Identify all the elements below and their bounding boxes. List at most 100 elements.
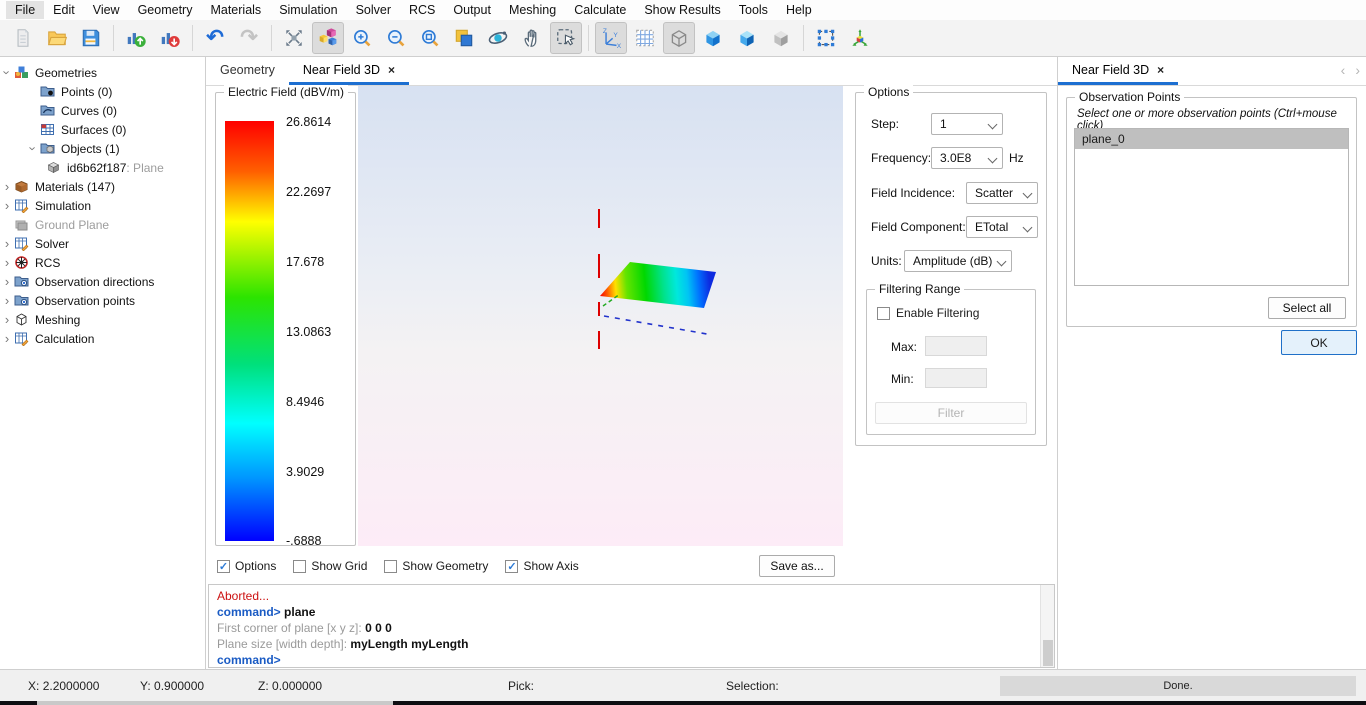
frequency-select[interactable]: 3.0E8 [931,147,1003,169]
move-axes-button[interactable] [844,22,876,54]
solid-view-button[interactable] [697,22,729,54]
field-incidence-select[interactable]: Scatter [966,182,1038,204]
tree-item-simulation[interactable]: › Simulation [0,196,205,215]
tree-item-object-plane[interactable]: id6b62f187 : Plane [46,158,205,177]
zoom-in-button[interactable] [346,22,378,54]
save-button[interactable] [75,22,107,54]
show-geometry-checkbox-item[interactable]: Show Geometry [384,559,488,573]
list-item-plane-0[interactable]: plane_0 [1075,129,1348,149]
zoom-window-button[interactable] [414,22,446,54]
max-input[interactable] [925,336,987,356]
show-grid-checkbox[interactable] [293,560,306,573]
collapse-chevron-icon[interactable]: › [0,312,14,327]
close-tab-icon[interactable]: × [388,63,395,77]
console-scrollbar-thumb[interactable] [1043,640,1053,666]
close-tab-icon[interactable]: × [1157,63,1164,77]
tree-item-observation-directions[interactable]: › Observation directions [0,272,205,291]
bring-to-front-button[interactable] [448,22,480,54]
menu-geometry[interactable]: Geometry [129,1,202,19]
shaded-view-button[interactable] [731,22,763,54]
menu-show-results[interactable]: Show Results [635,1,729,19]
menu-rcs[interactable]: RCS [400,1,444,19]
command-console[interactable]: Aborted... command> plane First corner o… [208,584,1055,668]
ok-button[interactable]: OK [1281,330,1357,355]
pan-button[interactable] [516,22,548,54]
tree-item-objects[interactable]: › Objects (1) [26,139,205,158]
collapse-chevron-icon[interactable]: › [0,198,14,213]
menu-simulation[interactable]: Simulation [270,1,346,19]
show-axis-checkbox-item[interactable]: ✓Show Axis [505,559,578,573]
colorbar-tick: 22.2697 [286,185,331,199]
tree-item-rcs[interactable]: › RCS [0,253,205,272]
filter-button[interactable]: Filter [875,402,1027,424]
menu-output[interactable]: Output [444,1,500,19]
tree-item-geometries[interactable]: › Geometries [0,63,205,82]
tab-near-field-3d-right[interactable]: Near Field 3D× [1058,57,1178,85]
collapse-chevron-icon[interactable]: › [0,179,14,194]
menu-materials[interactable]: Materials [201,1,270,19]
observation-points-list[interactable]: plane_0 [1074,128,1349,286]
show-axes-button[interactable]: ZYX [595,22,627,54]
viewport-3d[interactable] [358,86,843,546]
expand-chevron-icon[interactable]: › [26,142,41,156]
tree-item-calculation[interactable]: › Calculation [0,329,205,348]
show-geometry-checkbox[interactable] [384,560,397,573]
new-file-button[interactable] [7,22,39,54]
collapse-chevron-icon[interactable]: › [0,255,14,270]
expand-chevron-icon[interactable]: › [0,66,15,80]
menu-help[interactable]: Help [777,1,821,19]
open-button[interactable] [41,22,73,54]
menu-edit[interactable]: Edit [44,1,84,19]
redo-button[interactable]: ↷ [233,22,265,54]
options-checkbox[interactable]: ✓ [217,560,230,573]
hidden-line-view-button[interactable] [765,22,797,54]
tree-item-materials[interactable]: › Materials (147) [0,177,205,196]
select-button[interactable] [550,22,582,54]
collapse-chevron-icon[interactable]: › [0,331,14,346]
select-all-button[interactable]: Select all [1268,297,1346,319]
fit-view-button[interactable] [278,22,310,54]
view-3d-button[interactable] [312,22,344,54]
console-scrollbar[interactable] [1040,585,1054,667]
tab-nav-prev-icon[interactable]: ‹ [1341,62,1346,78]
menu-solver[interactable]: Solver [347,1,400,19]
menu-calculate[interactable]: Calculate [565,1,635,19]
options-checkbox-item[interactable]: ✓Options [217,559,276,573]
options-groupbox: Options Step: 1 Frequency: 3.0E8 Hz Fiel… [855,92,1047,446]
console-prompt-line[interactable]: command> [217,652,1046,668]
tree-item-observation-points[interactable]: › Observation points [0,291,205,310]
step-select[interactable]: 1 [931,113,1003,135]
export-button[interactable] [154,22,186,54]
import-button[interactable] [120,22,152,54]
tree-item-solver[interactable]: › Solver [0,234,205,253]
enable-filtering-checkbox[interactable] [877,307,890,320]
min-input[interactable] [925,368,987,388]
tree-item-meshing[interactable]: › Meshing [0,310,205,329]
field-component-label: Field Component: [871,220,966,234]
collapse-chevron-icon[interactable]: › [0,274,14,289]
wireframe-view-button[interactable] [663,22,695,54]
collapse-chevron-icon[interactable]: › [0,236,14,251]
save-as-button[interactable]: Save as... [759,555,835,577]
menu-tools[interactable]: Tools [730,1,777,19]
show-grid-button[interactable] [629,22,661,54]
show-grid-checkbox-item[interactable]: Show Grid [293,559,367,573]
menu-view[interactable]: View [84,1,129,19]
tab-near-field-3d[interactable]: Near Field 3D× [289,57,409,85]
tree-item-curves[interactable]: › Curves (0) [26,101,205,120]
tree-item-points[interactable]: › Points (0) [26,82,205,101]
collapse-chevron-icon[interactable]: › [0,293,14,308]
selection-handles-button[interactable] [810,22,842,54]
menu-meshing[interactable]: Meshing [500,1,565,19]
tree-item-surfaces[interactable]: › Surfaces (0) [26,120,205,139]
undo-button[interactable]: ↶ [199,22,231,54]
field-component-select[interactable]: ETotal [966,216,1038,238]
menu-file[interactable]: File [6,1,44,19]
show-axis-checkbox[interactable]: ✓ [505,560,518,573]
tree-item-ground-plane[interactable]: › Ground Plane [0,215,205,234]
zoom-out-button[interactable] [380,22,412,54]
units-select[interactable]: Amplitude (dB) [904,250,1012,272]
orbit-rotate-button[interactable] [482,22,514,54]
tab-nav-next-icon[interactable]: › [1355,62,1360,78]
tab-geometry[interactable]: Geometry [206,57,289,85]
